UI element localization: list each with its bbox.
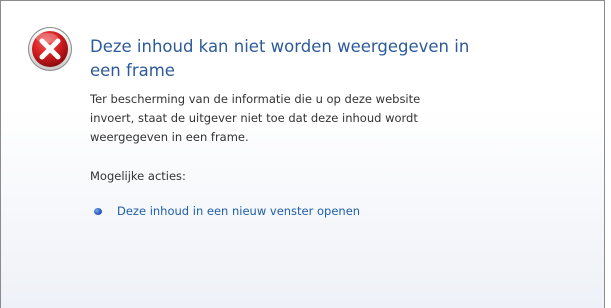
action-list-item: Deze inhoud in een nieuw venster openen <box>94 201 360 221</box>
open-in-new-window-link[interactable]: Deze inhoud in een nieuw venster openen <box>117 204 360 218</box>
error-title: Deze inhoud kan niet worden weergegeven … <box>90 37 470 80</box>
bullet-icon <box>94 207 102 215</box>
error-x-icon <box>27 26 73 72</box>
actions-heading: Mogelijke acties: <box>90 169 186 183</box>
page-right-margin <box>605 0 611 308</box>
error-description: Ter bescherming van de informatie die u … <box>90 92 421 144</box>
error-page-frame: Deze inhoud kan niet worden weergegeven … <box>0 0 605 308</box>
